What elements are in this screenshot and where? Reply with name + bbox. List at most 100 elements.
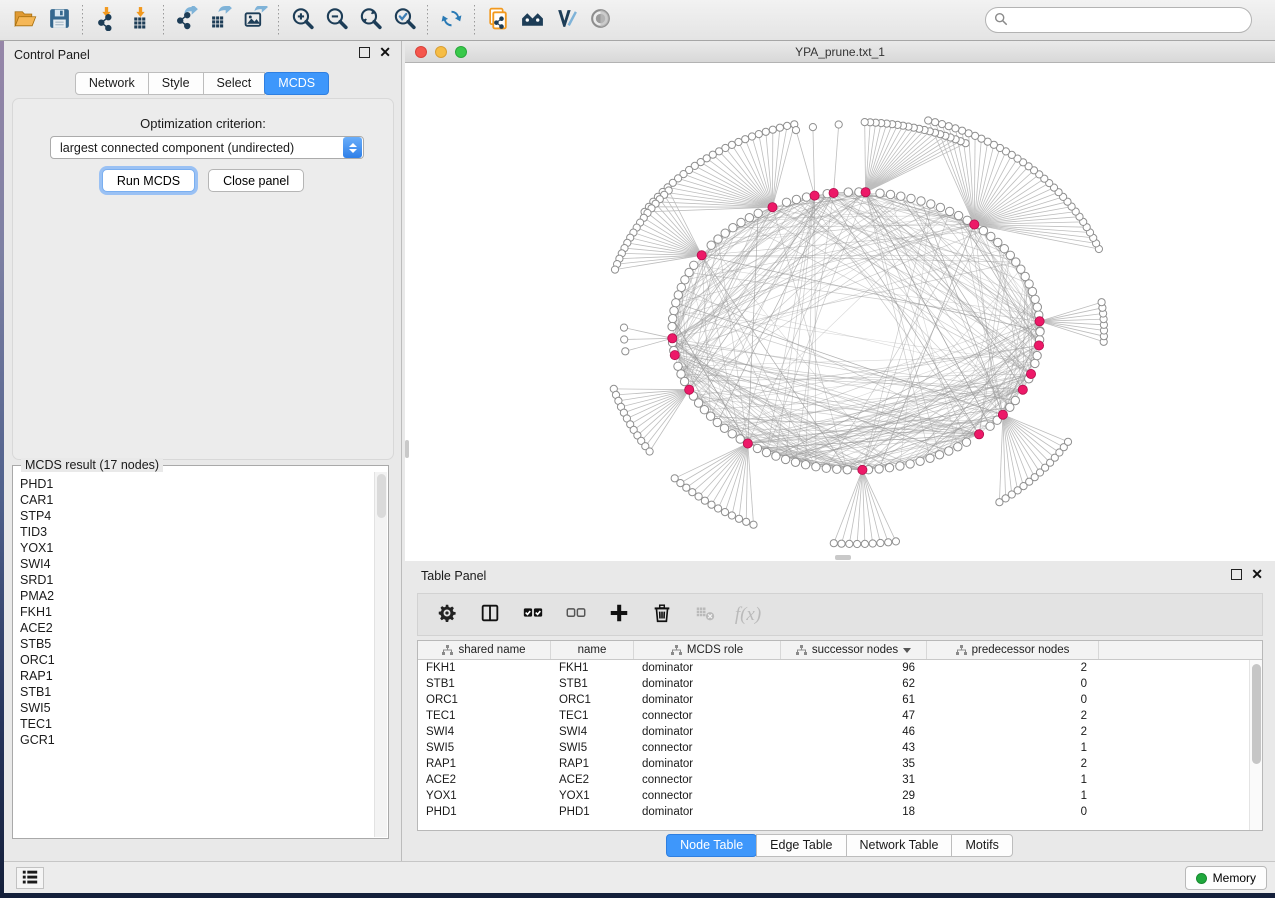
search-box[interactable]	[985, 7, 1252, 33]
tab-network[interactable]: Network	[75, 72, 149, 95]
tab-motifs[interactable]: Motifs	[951, 834, 1012, 857]
select-all-button[interactable]	[518, 599, 548, 631]
mcds-result-item[interactable]: STP4	[20, 508, 374, 524]
show-columns-icon	[479, 602, 501, 627]
zoom-selected-button[interactable]	[387, 4, 421, 36]
network-horizontal-scrollbar[interactable]	[835, 555, 851, 560]
task-history-button[interactable]	[16, 867, 44, 889]
zoom-in-button[interactable]	[285, 4, 319, 36]
mcds-result-item[interactable]: SRD1	[20, 572, 374, 588]
column-header-MCDS-role[interactable]: MCDS role	[634, 641, 781, 659]
mcds-list-scrollbar[interactable]	[374, 472, 387, 837]
search-input[interactable]	[1008, 10, 1251, 30]
show-graphics-details-button[interactable]	[549, 4, 583, 36]
tab-select[interactable]: Select	[203, 72, 266, 95]
zoom-fit-button[interactable]	[353, 4, 387, 36]
import-table-button[interactable]	[123, 4, 157, 36]
dropdown-stepper-icon	[343, 137, 362, 158]
mcds-result-item[interactable]: CAR1	[20, 492, 374, 508]
import-network-button[interactable]	[89, 4, 123, 36]
table-row[interactable]: RAP1RAP1dominator352	[418, 756, 1262, 772]
column-header-successor-nodes[interactable]: successor nodes	[781, 641, 927, 659]
cell-shared-name: STB1	[418, 678, 551, 690]
cell-successor-nodes: 35	[781, 758, 927, 770]
zoom-out-button[interactable]	[319, 4, 353, 36]
mcds-result-item[interactable]: PMA2	[20, 588, 374, 604]
mcds-result-item[interactable]: STB1	[20, 684, 374, 700]
mcds-result-item[interactable]: STB5	[20, 636, 374, 652]
mcds-result-item[interactable]: SWI4	[20, 556, 374, 572]
mcds-result-item[interactable]: RAP1	[20, 668, 374, 684]
tab-style[interactable]: Style	[148, 72, 204, 95]
status-bar: Memory	[4, 861, 1275, 893]
save-button[interactable]	[42, 4, 76, 36]
apply-preferred-layout-button[interactable]	[434, 4, 468, 36]
run-mcds-button[interactable]: Run MCDS	[102, 169, 195, 192]
mcds-panel: Optimization criterion: largest connecte…	[12, 98, 394, 460]
memory-button[interactable]: Memory	[1185, 866, 1267, 890]
app-main: Control Panel ✕ NetworkStyleSelectMCDS O…	[4, 41, 1275, 893]
delete-columns-button[interactable]	[647, 599, 677, 631]
mcds-result-item[interactable]: ACE2	[20, 620, 374, 636]
table-row[interactable]: PHD1PHD1dominator180	[418, 804, 1262, 820]
open-file-button[interactable]	[8, 4, 42, 36]
cell-predecessor-nodes: 1	[927, 774, 1099, 786]
table-scrollbar[interactable]	[1249, 660, 1262, 830]
close-table-panel-icon[interactable]: ✕	[1251, 569, 1263, 580]
mcds-result-item[interactable]: FKH1	[20, 604, 374, 620]
column-header-shared-name[interactable]: shared name	[418, 641, 551, 659]
export-image-button[interactable]	[238, 4, 272, 36]
tab-edge-table[interactable]: Edge Table	[756, 834, 846, 857]
mcds-result-item[interactable]: SWI5	[20, 700, 374, 716]
first-neighbors-button[interactable]	[515, 4, 549, 36]
add-column-button[interactable]	[604, 599, 634, 631]
table-row[interactable]: SWI5SWI5connector431	[418, 740, 1262, 756]
export-table-button[interactable]	[204, 4, 238, 36]
float-table-panel-icon[interactable]	[1231, 569, 1242, 580]
zoom-out-icon	[324, 6, 349, 34]
mcds-result-item[interactable]: YOX1	[20, 540, 374, 556]
network-graph[interactable]	[405, 63, 1275, 561]
tab-mcds[interactable]: MCDS	[264, 72, 329, 95]
column-header-name[interactable]: name	[551, 641, 634, 659]
zoom-in-icon	[290, 6, 315, 34]
settings-button[interactable]	[432, 599, 462, 631]
table-row[interactable]: FKH1FKH1dominator962	[418, 660, 1262, 676]
cell-predecessor-nodes: 0	[927, 678, 1099, 690]
hide-graphics-details-button[interactable]	[583, 4, 617, 36]
table-tabs: Node TableEdge TableNetwork TableMotifs	[405, 834, 1275, 857]
control-panel: Control Panel ✕ NetworkStyleSelectMCDS O…	[4, 41, 402, 861]
save-icon	[47, 6, 72, 34]
deselect-all-button[interactable]	[561, 599, 591, 631]
mcds-result-list[interactable]: PHD1CAR1STP4TID3YOX1SWI4SRD1PMA2FKH1ACE2…	[14, 472, 374, 837]
tab-network-table[interactable]: Network Table	[846, 834, 953, 857]
table-row[interactable]: TEC1TEC1connector472	[418, 708, 1262, 724]
network-view[interactable]	[405, 63, 1275, 561]
export-network-button[interactable]	[170, 4, 204, 36]
window-minimize-button[interactable]	[435, 46, 447, 58]
mcds-result-item[interactable]: TEC1	[20, 716, 374, 732]
table-row[interactable]: STB1STB1dominator620	[418, 676, 1262, 692]
close-panel-icon[interactable]: ✕	[379, 47, 391, 58]
mcds-result-item[interactable]: ORC1	[20, 652, 374, 668]
mcds-result-item[interactable]: TID3	[20, 524, 374, 540]
show-columns-button[interactable]	[475, 599, 505, 631]
tab-node-table[interactable]: Node Table	[666, 834, 757, 857]
table-row[interactable]: SWI4SWI4dominator462	[418, 724, 1262, 740]
window-zoom-button[interactable]	[455, 46, 467, 58]
window-close-button[interactable]	[415, 46, 427, 58]
mcds-result-item[interactable]: PHD1	[20, 476, 374, 492]
optimization-criterion-label: Optimization criterion:	[13, 116, 393, 131]
optimization-criterion-select[interactable]: largest connected component (undirected)	[50, 136, 364, 159]
table-row[interactable]: ACE2ACE2connector311	[418, 772, 1262, 788]
mcds-result-item[interactable]: GCR1	[20, 732, 374, 748]
table-row[interactable]: YOX1YOX1connector291	[418, 788, 1262, 804]
float-panel-icon[interactable]	[359, 47, 370, 58]
close-panel-button[interactable]: Close panel	[208, 169, 304, 192]
network-vertical-scrollbar[interactable]	[405, 440, 409, 458]
network-window-titlebar[interactable]: YPA_prune.txt_1	[405, 41, 1275, 63]
new-network-from-selection-button[interactable]	[481, 4, 515, 36]
node-table[interactable]: shared namenameMCDS rolesuccessor nodesp…	[417, 640, 1263, 831]
column-header-predecessor-nodes[interactable]: predecessor nodes	[927, 641, 1099, 659]
table-row[interactable]: ORC1ORC1dominator610	[418, 692, 1262, 708]
